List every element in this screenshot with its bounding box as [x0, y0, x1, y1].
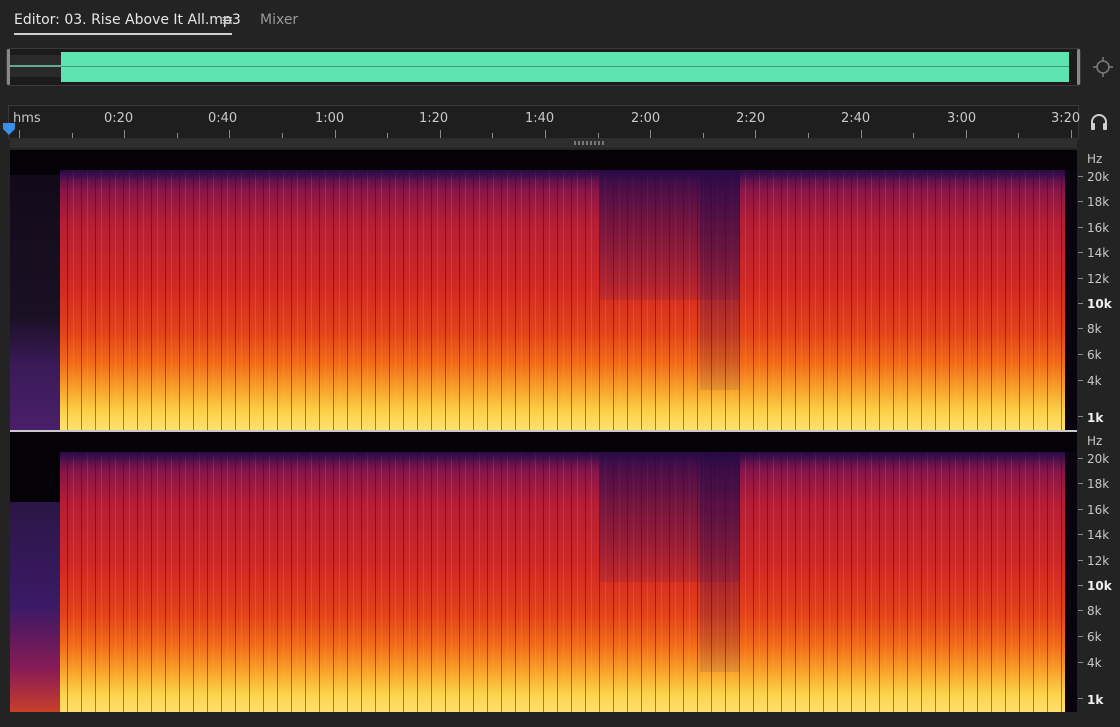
hz-label: 12k	[1087, 272, 1110, 286]
resize-grip[interactable]	[574, 141, 604, 145]
hz-label: 4k	[1087, 656, 1102, 670]
tab-bar: Editor: 03. Rise Above It All.mp3 ≡ Mixe…	[0, 0, 1120, 42]
hz-label: 18k	[1087, 477, 1110, 491]
spectral-high-band	[60, 170, 1065, 180]
hz-label: 1k	[1087, 693, 1104, 707]
hz-label: 12k	[1087, 554, 1110, 568]
ruler-tick	[124, 130, 126, 138]
ruler-label: 0:20	[104, 111, 134, 126]
hz-label: 16k	[1087, 503, 1110, 517]
ruler-tick	[1071, 130, 1072, 138]
hz-tick	[1078, 416, 1083, 417]
hz-label: 10k	[1087, 579, 1112, 593]
hz-tick	[1078, 698, 1083, 699]
hz-tick	[1078, 585, 1083, 586]
tab-mixer[interactable]: Mixer	[260, 12, 298, 28]
spectrogram-channel-right[interactable]	[10, 432, 1077, 712]
hz-label: 8k	[1087, 322, 1102, 336]
hz-label: 16k	[1087, 221, 1110, 235]
hz-label: 6k	[1087, 348, 1102, 362]
tab-editor[interactable]: Editor: 03. Rise Above It All.mp3	[14, 12, 241, 28]
hz-tick	[1078, 610, 1083, 611]
ruler-label: 2:40	[841, 111, 871, 126]
hz-tick	[1078, 303, 1083, 304]
hz-unit-label: Hz	[1087, 152, 1103, 166]
hz-tick	[1078, 227, 1083, 228]
hz-label: 10k	[1087, 297, 1112, 311]
ruler-tick	[650, 130, 652, 138]
spectrogram-channel-left[interactable]	[10, 150, 1077, 430]
hz-unit-label: Hz	[1087, 434, 1103, 448]
headphones-icon[interactable]	[1089, 112, 1109, 132]
hz-tick	[1078, 278, 1083, 279]
hz-tick	[1078, 458, 1083, 459]
overview-right-handle[interactable]	[1077, 49, 1080, 85]
ruler-tick	[19, 130, 20, 138]
ruler-tick	[229, 130, 231, 138]
zoom-navigator-icon[interactable]	[1092, 56, 1114, 78]
hz-tick	[1078, 176, 1083, 177]
frequency-scale-left[interactable]: Hz 20k 18k 16k 14k 12k 10k 8k 6k 4k 1k	[1077, 150, 1120, 430]
hz-tick	[1078, 380, 1083, 381]
hz-label: 14k	[1087, 528, 1110, 542]
ruler-label: 3:20	[1051, 111, 1081, 126]
vertical-zoom-strip[interactable]	[10, 138, 1077, 148]
spectral-tail	[1065, 452, 1077, 712]
ruler-label: 0:40	[208, 111, 238, 126]
ruler-tick	[860, 130, 862, 138]
ruler-tick	[755, 130, 757, 138]
hz-tick	[1078, 201, 1083, 202]
hz-tick	[1078, 509, 1083, 510]
hz-tick	[1078, 560, 1083, 561]
frequency-scale-right[interactable]: Hz 20k 18k 16k 14k 12k 10k 8k 6k 4k 1k	[1077, 432, 1120, 712]
spectral-high-band	[60, 452, 1065, 462]
overview-waveform	[61, 52, 1069, 82]
bottom-bar	[0, 712, 1120, 727]
spectral-quiet-region	[700, 170, 740, 390]
hz-label: 20k	[1087, 452, 1110, 466]
hz-label: 1k	[1087, 411, 1104, 425]
hz-tick	[1078, 636, 1083, 637]
hz-label: 20k	[1087, 170, 1110, 184]
ruler-label: 1:00	[315, 111, 345, 126]
ruler-tick	[545, 130, 546, 138]
ruler-tick	[334, 130, 336, 138]
overview-navigator[interactable]	[6, 48, 1081, 86]
ruler-tick	[439, 130, 441, 138]
spectral-quiet-region	[700, 452, 740, 672]
spectral-texture	[60, 452, 1065, 712]
hz-label: 6k	[1087, 630, 1102, 644]
overview-lead-line	[9, 65, 61, 67]
overview-waveform-centerline	[61, 66, 1069, 67]
hamburger-icon[interactable]: ≡	[221, 11, 234, 29]
spectral-display[interactable]	[60, 170, 1065, 430]
hz-label: 4k	[1087, 374, 1102, 388]
hz-label: 14k	[1087, 246, 1110, 260]
hz-label: 18k	[1087, 195, 1110, 209]
hz-tick	[1078, 252, 1083, 253]
ruler-tick	[965, 130, 967, 138]
spectral-tail	[1065, 170, 1077, 430]
hz-tick	[1078, 483, 1083, 484]
ruler-label: 3:00	[947, 111, 977, 126]
hz-tick	[1078, 534, 1083, 535]
overview-left-handle[interactable]	[7, 49, 10, 85]
silent-lead-in	[10, 502, 60, 712]
ruler-label: 2:20	[736, 111, 766, 126]
hz-tick	[1078, 328, 1083, 329]
ruler-label: 1:20	[419, 111, 449, 126]
spectral-texture	[60, 170, 1065, 430]
ruler-label: 2:00	[631, 111, 661, 126]
hz-tick	[1078, 354, 1083, 355]
playhead-marker-icon[interactable]	[2, 122, 16, 136]
silent-lead-in	[10, 175, 60, 430]
hz-label: 8k	[1087, 604, 1102, 618]
ruler-unit-label: hms	[13, 111, 41, 126]
time-ruler[interactable]: hms 0:20 0:40 1:00 1:20 1:40 2:00 2:20 2…	[8, 105, 1081, 139]
hz-tick	[1078, 662, 1083, 663]
spectral-display[interactable]	[60, 452, 1065, 712]
active-tab-indicator	[14, 33, 232, 35]
ruler-label: 1:40	[525, 111, 555, 126]
